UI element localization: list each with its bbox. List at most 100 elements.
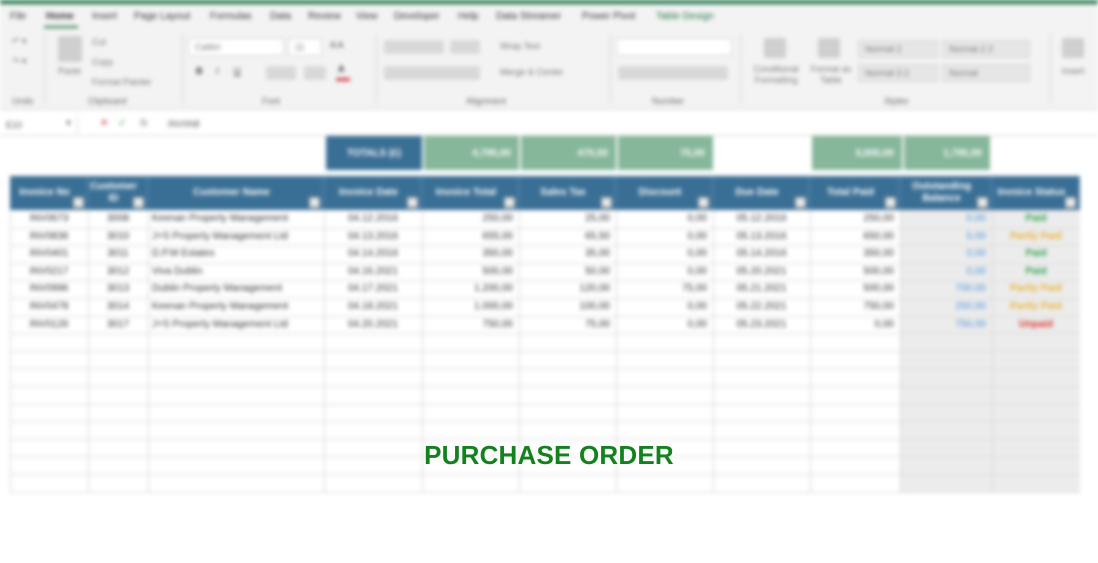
cell-invoice-no[interactable]: INV0673 bbox=[10, 210, 88, 228]
tab-home[interactable]: Home bbox=[46, 11, 74, 22]
horizontal-align-icons[interactable] bbox=[384, 66, 480, 80]
cell-invoice-no[interactable]: INV0401 bbox=[10, 245, 88, 263]
format-as-table-label[interactable]: Format as Table bbox=[808, 64, 854, 86]
cell-invoice-date[interactable]: 04.20.2021 bbox=[324, 316, 422, 334]
cell-customer-name[interactable]: J+S Property Management Ltd bbox=[148, 316, 324, 334]
cell-customer-name[interactable]: J+S Property Management Ltd bbox=[148, 228, 324, 246]
copy-button[interactable]: Copy bbox=[92, 57, 113, 67]
function-icon[interactable]: fx bbox=[140, 118, 148, 129]
cell-invoice-total[interactable]: 500,00 bbox=[422, 263, 519, 281]
cell-outstanding-balance[interactable]: 750,00 bbox=[900, 316, 992, 334]
bold-icon[interactable]: B bbox=[196, 66, 203, 76]
cell-invoice-total[interactable]: 655,00 bbox=[422, 228, 519, 246]
filter-dropdown-icon[interactable] bbox=[601, 197, 612, 208]
cell-discount[interactable]: 75,00 bbox=[616, 280, 713, 298]
cell-sales-tax[interactable]: 75,00 bbox=[519, 316, 616, 334]
column-header-invoice-total[interactable]: Invoice Total bbox=[422, 176, 519, 210]
cell-sales-tax[interactable]: 65,50 bbox=[519, 228, 616, 246]
cell-invoice-no[interactable]: INV0836 bbox=[10, 228, 88, 246]
paste-icon[interactable] bbox=[58, 36, 82, 62]
cell-invoice-no[interactable]: INV0217 bbox=[10, 263, 88, 281]
cell-outstanding-balance[interactable]: 250,00 bbox=[900, 298, 992, 316]
cell-outstanding-balance[interactable]: 0,00 bbox=[900, 210, 992, 228]
cell-discount[interactable]: 0,00 bbox=[616, 263, 713, 281]
borders-icon[interactable] bbox=[266, 66, 296, 80]
orientation-icon[interactable] bbox=[450, 40, 480, 54]
cell-discount[interactable]: 0,00 bbox=[616, 245, 713, 263]
filter-dropdown-icon[interactable] bbox=[885, 197, 896, 208]
cut-button[interactable]: Cut bbox=[92, 37, 106, 47]
cell-invoice-date[interactable]: 04.18.2021 bbox=[324, 298, 422, 316]
cell-outstanding-balance[interactable]: 700,00 bbox=[900, 280, 992, 298]
cell-invoice-date[interactable]: 04.14.2016 bbox=[324, 245, 422, 263]
cell-customer-id[interactable]: 3012 bbox=[88, 263, 148, 281]
cell-invoice-total[interactable]: 1.200,00 bbox=[422, 280, 519, 298]
tab-data-streamer[interactable]: Data Streamer bbox=[496, 11, 561, 22]
style-normal[interactable]: Normal bbox=[942, 64, 1030, 82]
conditional-formatting-label[interactable]: Conditional Formatting bbox=[748, 64, 804, 86]
filter-dropdown-icon[interactable] bbox=[407, 197, 418, 208]
vertical-align-icons[interactable] bbox=[384, 40, 444, 54]
column-header-outstanding-balance[interactable]: Outstanding Balance bbox=[900, 176, 992, 210]
cell-total-paid[interactable]: 0,00 bbox=[810, 316, 900, 334]
tab-power-pivot[interactable]: Power Pivot bbox=[582, 11, 635, 22]
number-format-icons[interactable] bbox=[618, 66, 728, 80]
insert-cells-label[interactable]: Insert bbox=[1062, 66, 1085, 76]
tab-developer[interactable]: Developer bbox=[394, 11, 440, 22]
wrap-text-button[interactable]: Wrap Text bbox=[500, 41, 540, 51]
cell-outstanding-balance[interactable]: 0,00 bbox=[900, 263, 992, 281]
cell-discount[interactable]: 0,00 bbox=[616, 316, 713, 334]
cell-customer-id[interactable]: 3017 bbox=[88, 316, 148, 334]
cell-customer-name[interactable]: Keenan Property Management bbox=[148, 298, 324, 316]
cell-invoice-date[interactable]: 04.12.2016 bbox=[324, 210, 422, 228]
font-color-icon[interactable]: A bbox=[338, 64, 345, 74]
cell-customer-name[interactable]: Viva Dublin bbox=[148, 263, 324, 281]
font-name-select[interactable]: Calibri bbox=[188, 38, 284, 56]
filter-dropdown-icon[interactable] bbox=[795, 197, 806, 208]
cell-customer-name[interactable]: Dublin Property Management bbox=[148, 280, 324, 298]
cell-total-paid[interactable]: 750,00 bbox=[810, 298, 900, 316]
column-header-total-paid[interactable]: Total Paid bbox=[810, 176, 900, 210]
tab-file[interactable]: File bbox=[10, 11, 26, 22]
cell-customer-name[interactable]: D.P.M Estates bbox=[148, 245, 324, 263]
tab-data[interactable]: Data bbox=[270, 11, 291, 22]
cell-invoice-no[interactable]: INV0996 bbox=[10, 280, 88, 298]
filter-dropdown-icon[interactable] bbox=[1065, 197, 1076, 208]
cell-sales-tax[interactable]: 100,00 bbox=[519, 298, 616, 316]
cell-outstanding-balance[interactable]: 0,00 bbox=[900, 245, 992, 263]
cell-customer-id[interactable]: 3011 bbox=[88, 245, 148, 263]
formula-input[interactable]: INV0N8 bbox=[168, 119, 200, 129]
cell-due-date[interactable]: 05.20.2021 bbox=[713, 263, 810, 281]
tab-help[interactable]: Help bbox=[458, 11, 479, 22]
format-painter-button[interactable]: Format Painter bbox=[92, 77, 152, 87]
cell-total-paid[interactable]: 500,00 bbox=[810, 280, 900, 298]
filter-dropdown-icon[interactable] bbox=[133, 197, 144, 208]
insert-cells-icon[interactable] bbox=[1062, 38, 1084, 58]
cell-invoice-no[interactable]: INV0126 bbox=[10, 316, 88, 334]
column-header-due-date[interactable]: Due Date bbox=[713, 176, 810, 210]
cell-invoice-total[interactable]: 350,00 bbox=[422, 245, 519, 263]
cell-due-date[interactable]: 05.23.2021 bbox=[713, 316, 810, 334]
style-normal-2[interactable]: Normal 2 bbox=[858, 40, 938, 58]
cell-due-date[interactable]: 05.22.2021 bbox=[713, 298, 810, 316]
filter-dropdown-icon[interactable] bbox=[977, 197, 988, 208]
column-header-sales-tax[interactable]: Sales Tax bbox=[519, 176, 616, 210]
cell-invoice-status[interactable]: Partly Paid bbox=[992, 298, 1080, 316]
cell-outstanding-balance[interactable]: 5,00 bbox=[900, 228, 992, 246]
cell-total-paid[interactable]: 650,00 bbox=[810, 228, 900, 246]
cell-customer-id[interactable]: 3014 bbox=[88, 298, 148, 316]
cell-due-date[interactable]: 05.14.2016 bbox=[713, 245, 810, 263]
cell-invoice-no[interactable]: INV0478 bbox=[10, 298, 88, 316]
cell-sales-tax[interactable]: 35,00 bbox=[519, 245, 616, 263]
conditional-formatting-icon[interactable] bbox=[764, 38, 786, 58]
confirm-icon[interactable]: ✓ bbox=[118, 118, 126, 129]
cell-due-date[interactable]: 05.12.2016 bbox=[713, 210, 810, 228]
column-header-customer-id[interactable]: Customer ID bbox=[88, 176, 148, 210]
cell-invoice-date[interactable]: 04.16.2021 bbox=[324, 263, 422, 281]
cell-discount[interactable]: 0,00 bbox=[616, 298, 713, 316]
undo-icon[interactable]: ↶ ▾ bbox=[12, 36, 27, 47]
cell-due-date[interactable]: 05.13.2016 bbox=[713, 228, 810, 246]
merge-center-button[interactable]: Merge & Center bbox=[500, 67, 564, 77]
tab-page-layout[interactable]: Page Layout bbox=[134, 11, 190, 22]
style-normal-2-2[interactable]: Normal 2 2 bbox=[942, 40, 1030, 58]
